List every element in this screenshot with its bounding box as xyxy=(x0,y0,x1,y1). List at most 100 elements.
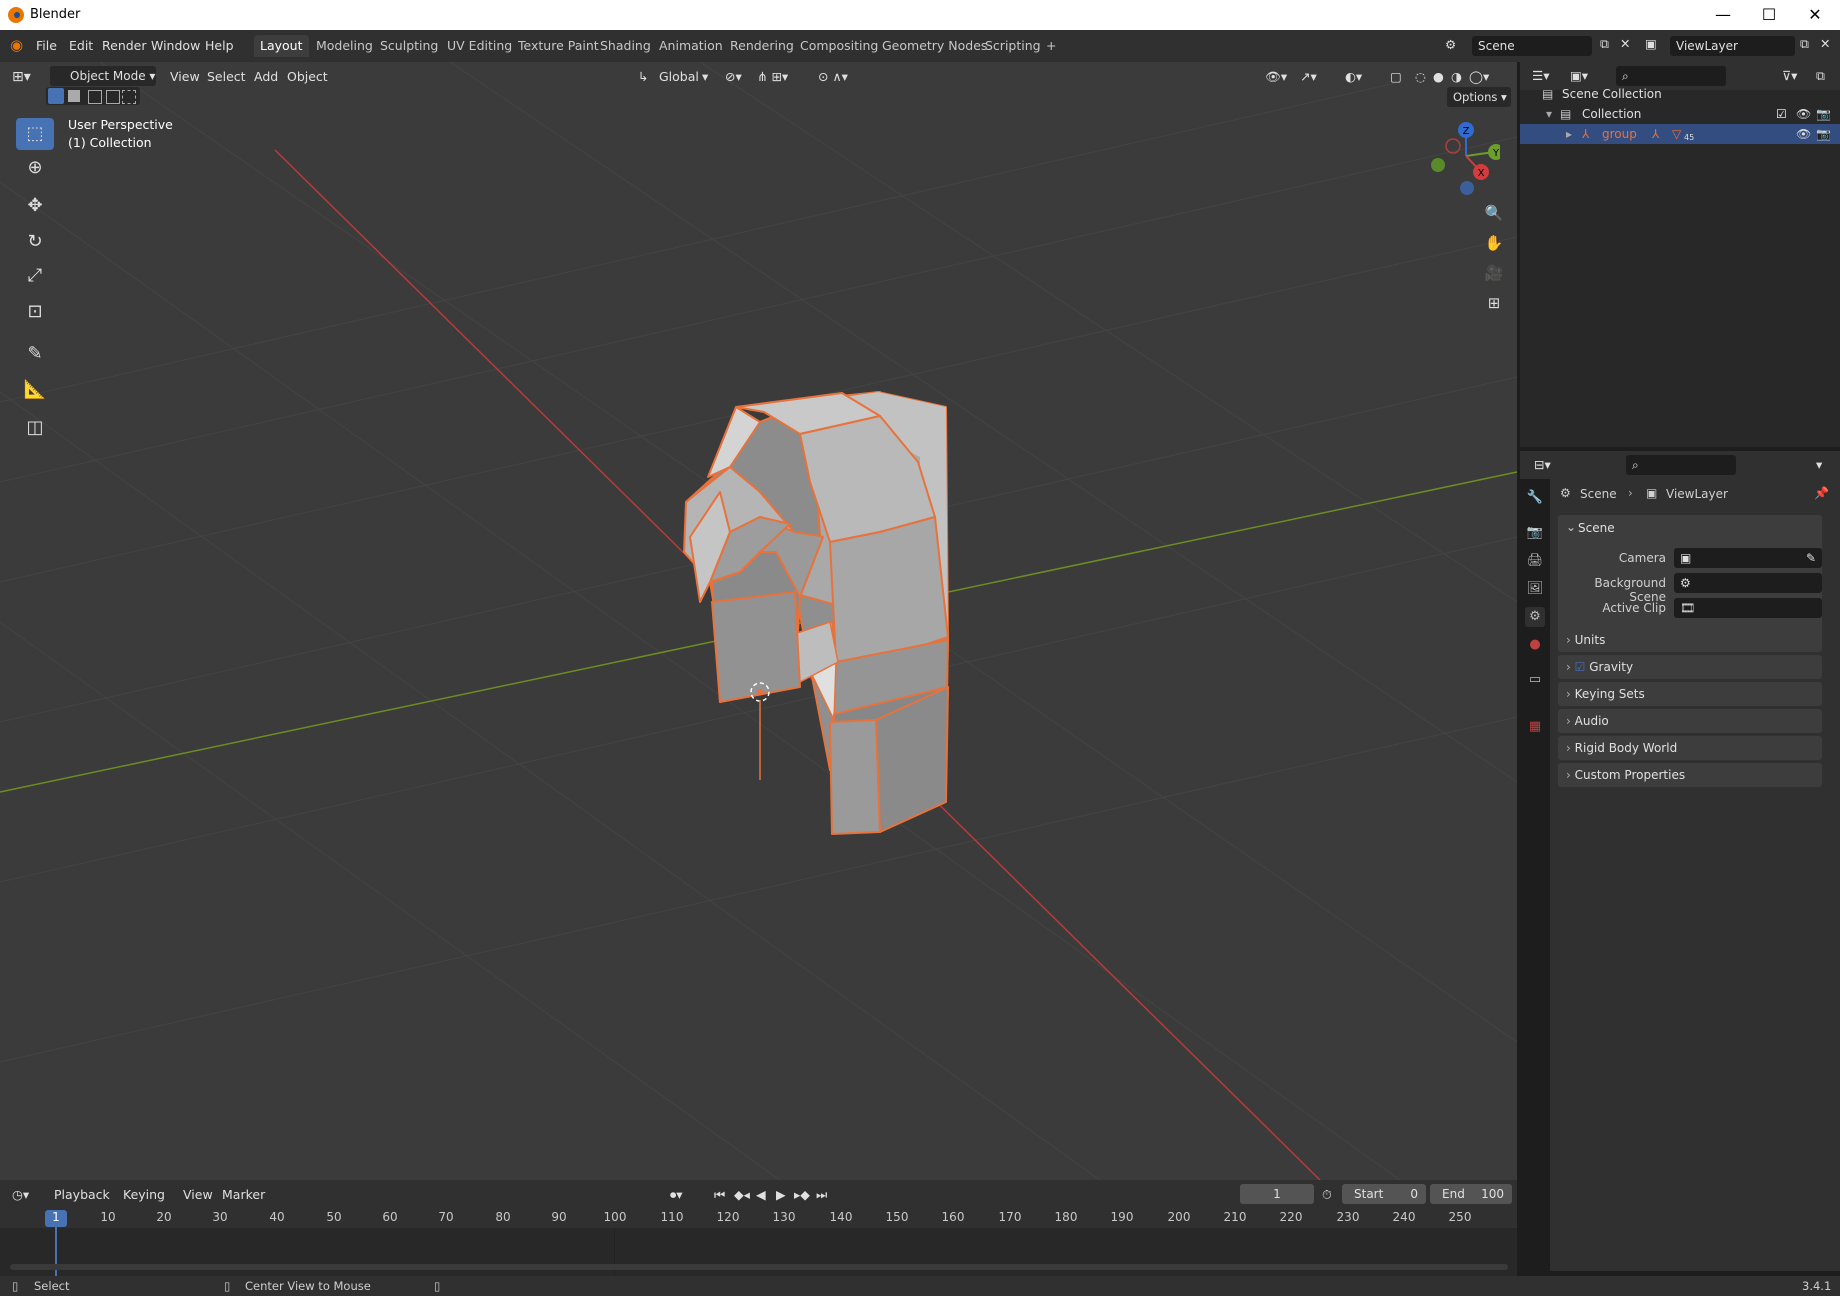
menu-select[interactable]: Select xyxy=(207,69,246,84)
outliner-row-group[interactable]: ▸ ⅄ group ⅄ ▽ 45 👁 📷 xyxy=(1520,124,1840,144)
group-camera-icon[interactable]: 📷 xyxy=(1816,124,1831,144)
custom-properties-panel[interactable]: › Custom Properties xyxy=(1558,763,1822,787)
world-tab-icon[interactable]: ● xyxy=(1525,635,1545,655)
camera-view-icon[interactable]: 🎥 xyxy=(1480,259,1508,287)
options-dropdown[interactable]: Options ▾ xyxy=(1447,87,1511,107)
select-new-icon[interactable] xyxy=(48,88,64,104)
properties-search-input[interactable]: ⌕ xyxy=(1626,455,1736,475)
tab-animation[interactable]: Animation xyxy=(653,35,729,57)
timeline-scrollbar[interactable] xyxy=(10,1264,1508,1270)
new-viewlayer-icon[interactable]: ⧉ xyxy=(1800,36,1809,52)
collection-expand-icon[interactable]: ▾ xyxy=(1546,104,1552,124)
pan-hand-icon[interactable]: ✋ xyxy=(1480,229,1508,257)
record-button-icon[interactable]: ⏺▾ xyxy=(670,1187,683,1203)
view-layer-tab-icon[interactable]: 🖼 xyxy=(1525,579,1545,599)
tab-layout[interactable]: Layout xyxy=(254,35,309,57)
menu-view[interactable]: View xyxy=(170,69,200,84)
xray-icon[interactable]: ▢ xyxy=(1390,69,1402,84)
gravity-checkbox-icon[interactable]: ☑ xyxy=(1575,660,1586,674)
jump-end-icon[interactable]: ⏭ xyxy=(816,1187,827,1203)
menu-add[interactable]: Add xyxy=(254,69,278,84)
menu-window[interactable]: Window xyxy=(151,38,200,53)
perspective-toggle-icon[interactable]: ⊞ xyxy=(1480,289,1508,317)
jump-start-icon[interactable]: ⏮ xyxy=(714,1187,725,1203)
outliner-row-collection[interactable]: ▾ ▤ Collection ☑ 👁 📷 xyxy=(1520,104,1840,124)
camera-field[interactable]: ▣ ✎ xyxy=(1674,548,1822,568)
next-keyframe-icon[interactable]: ▸◆ xyxy=(794,1187,810,1202)
selection-mode-buttons[interactable] xyxy=(46,87,140,105)
collection-checkbox-icon[interactable]: ☑ xyxy=(1776,104,1787,124)
select-invert-icon[interactable] xyxy=(106,90,120,104)
menu-object[interactable]: Object xyxy=(287,69,328,84)
tab-texture-paint[interactable]: Texture Paint xyxy=(512,35,605,57)
shading-solid-icon[interactable]: ● xyxy=(1433,69,1444,84)
minimize-button[interactable]: — xyxy=(1700,0,1746,30)
properties-editor-type-icon[interactable]: ⊟▾ xyxy=(1534,457,1551,472)
snap-icon[interactable]: ⋔ ⊞▾ xyxy=(757,69,788,84)
timeline-editor-type-icon[interactable]: ◷▾ xyxy=(12,1187,29,1202)
menu-render[interactable]: Render xyxy=(102,38,147,53)
viewlayer-field[interactable]: ViewLayer xyxy=(1670,36,1795,56)
scene-panel-chevron-icon[interactable]: ⌄ xyxy=(1566,520,1576,534)
menu-playback[interactable]: Playback xyxy=(54,1187,110,1202)
active-clip-field[interactable]: 🎞 xyxy=(1674,598,1822,618)
rotate-tool-icon[interactable]: ↻ xyxy=(16,226,54,258)
proportional-edit-icon[interactable]: ⊙ ∧▾ xyxy=(818,69,848,84)
overlays-icon[interactable]: ◐▾ xyxy=(1345,69,1362,84)
collection-camera-icon[interactable]: 📷 xyxy=(1816,104,1831,124)
stopwatch-icon[interactable]: ⏱ xyxy=(1322,1187,1332,1203)
delete-viewlayer-icon[interactable]: ✕ xyxy=(1820,36,1830,51)
collection-eye-icon[interactable]: 👁 xyxy=(1796,104,1811,124)
play-icon[interactable]: ▶ xyxy=(776,1187,786,1202)
mode-dropdown[interactable]: Object Mode ▾ xyxy=(50,66,156,86)
tool-tab-icon[interactable]: 🔧 xyxy=(1525,488,1545,508)
navigation-gizmo[interactable]: Z Y X xyxy=(1420,118,1500,198)
texture-tab-icon[interactable]: ▦ xyxy=(1525,717,1545,737)
start-frame-field[interactable]: Start 0 xyxy=(1342,1184,1426,1204)
group-eye-icon[interactable]: 👁 xyxy=(1796,124,1811,144)
display-mode-icon[interactable]: ▣▾ xyxy=(1570,68,1588,83)
group-expand-icon[interactable]: ▸ xyxy=(1566,124,1572,144)
annotate-tool-icon[interactable]: ✎ xyxy=(16,338,54,370)
tab-shading[interactable]: Shading xyxy=(594,35,657,57)
menu-marker[interactable]: Marker xyxy=(222,1187,265,1202)
end-frame-field[interactable]: End 100 xyxy=(1430,1184,1512,1204)
render-tab-icon[interactable]: 📷 xyxy=(1525,523,1545,543)
shading-rendered-icon[interactable]: ◯▾ xyxy=(1469,69,1489,84)
menu-edit[interactable]: Edit xyxy=(69,38,93,53)
scene-panel-title[interactable]: Scene xyxy=(1578,521,1615,535)
select-extend-icon[interactable] xyxy=(68,90,80,102)
transform-tool-icon[interactable]: ⊡ xyxy=(16,296,54,328)
tab-compositing[interactable]: Compositing xyxy=(794,35,884,57)
select-box-tool-icon[interactable]: ⬚ xyxy=(16,118,54,150)
new-scene-icon[interactable]: ⧉ xyxy=(1600,36,1609,52)
measure-tool-icon[interactable]: 📐 xyxy=(16,374,54,406)
select-intersect-icon[interactable] xyxy=(122,90,136,104)
current-frame-field[interactable]: 1 xyxy=(1240,1184,1314,1204)
rigid-body-world-panel[interactable]: › Rigid Body World xyxy=(1558,736,1822,760)
output-tab-icon[interactable]: 🖨 xyxy=(1525,551,1545,571)
visibility-icon[interactable]: 👁▾ xyxy=(1265,69,1287,85)
scene-tab-icon[interactable]: ⚙ xyxy=(1525,607,1545,627)
play-reverse-icon[interactable]: ◀ xyxy=(756,1187,766,1202)
blender-menu-icon[interactable]: ◉ xyxy=(10,36,23,54)
outliner-row-scene-collection[interactable]: ▤ Scene Collection xyxy=(1520,84,1840,104)
delete-scene-icon[interactable]: ✕ xyxy=(1620,36,1630,51)
add-cube-tool-icon[interactable]: ◫ xyxy=(16,412,54,444)
tab-uv-editing[interactable]: UV Editing xyxy=(441,35,518,57)
cursor-tool-icon[interactable]: ⊕ xyxy=(16,152,54,184)
tab-scripting[interactable]: Scripting xyxy=(979,35,1047,57)
shading-material-icon[interactable]: ◑ xyxy=(1451,69,1462,84)
editor-type-icon[interactable]: ⊞▾ xyxy=(12,69,31,85)
outliner-editor-type-icon[interactable]: ☰▾ xyxy=(1532,68,1549,83)
pin-icon[interactable]: 📌 xyxy=(1814,486,1829,500)
add-workspace-button[interactable]: + xyxy=(1040,35,1062,57)
scene-field[interactable]: Scene xyxy=(1472,36,1592,56)
transform-orientation-dropdown[interactable]: Global xyxy=(659,69,699,84)
collection-tab-icon[interactable]: ▭ xyxy=(1525,670,1545,690)
tab-rendering[interactable]: Rendering xyxy=(724,35,800,57)
maximize-button[interactable]: ☐ xyxy=(1746,0,1792,30)
gravity-panel[interactable]: › ☑ Gravity xyxy=(1558,655,1822,679)
audio-panel[interactable]: › Audio xyxy=(1558,709,1822,733)
properties-options-chevron-icon[interactable]: ▾ xyxy=(1816,457,1822,472)
